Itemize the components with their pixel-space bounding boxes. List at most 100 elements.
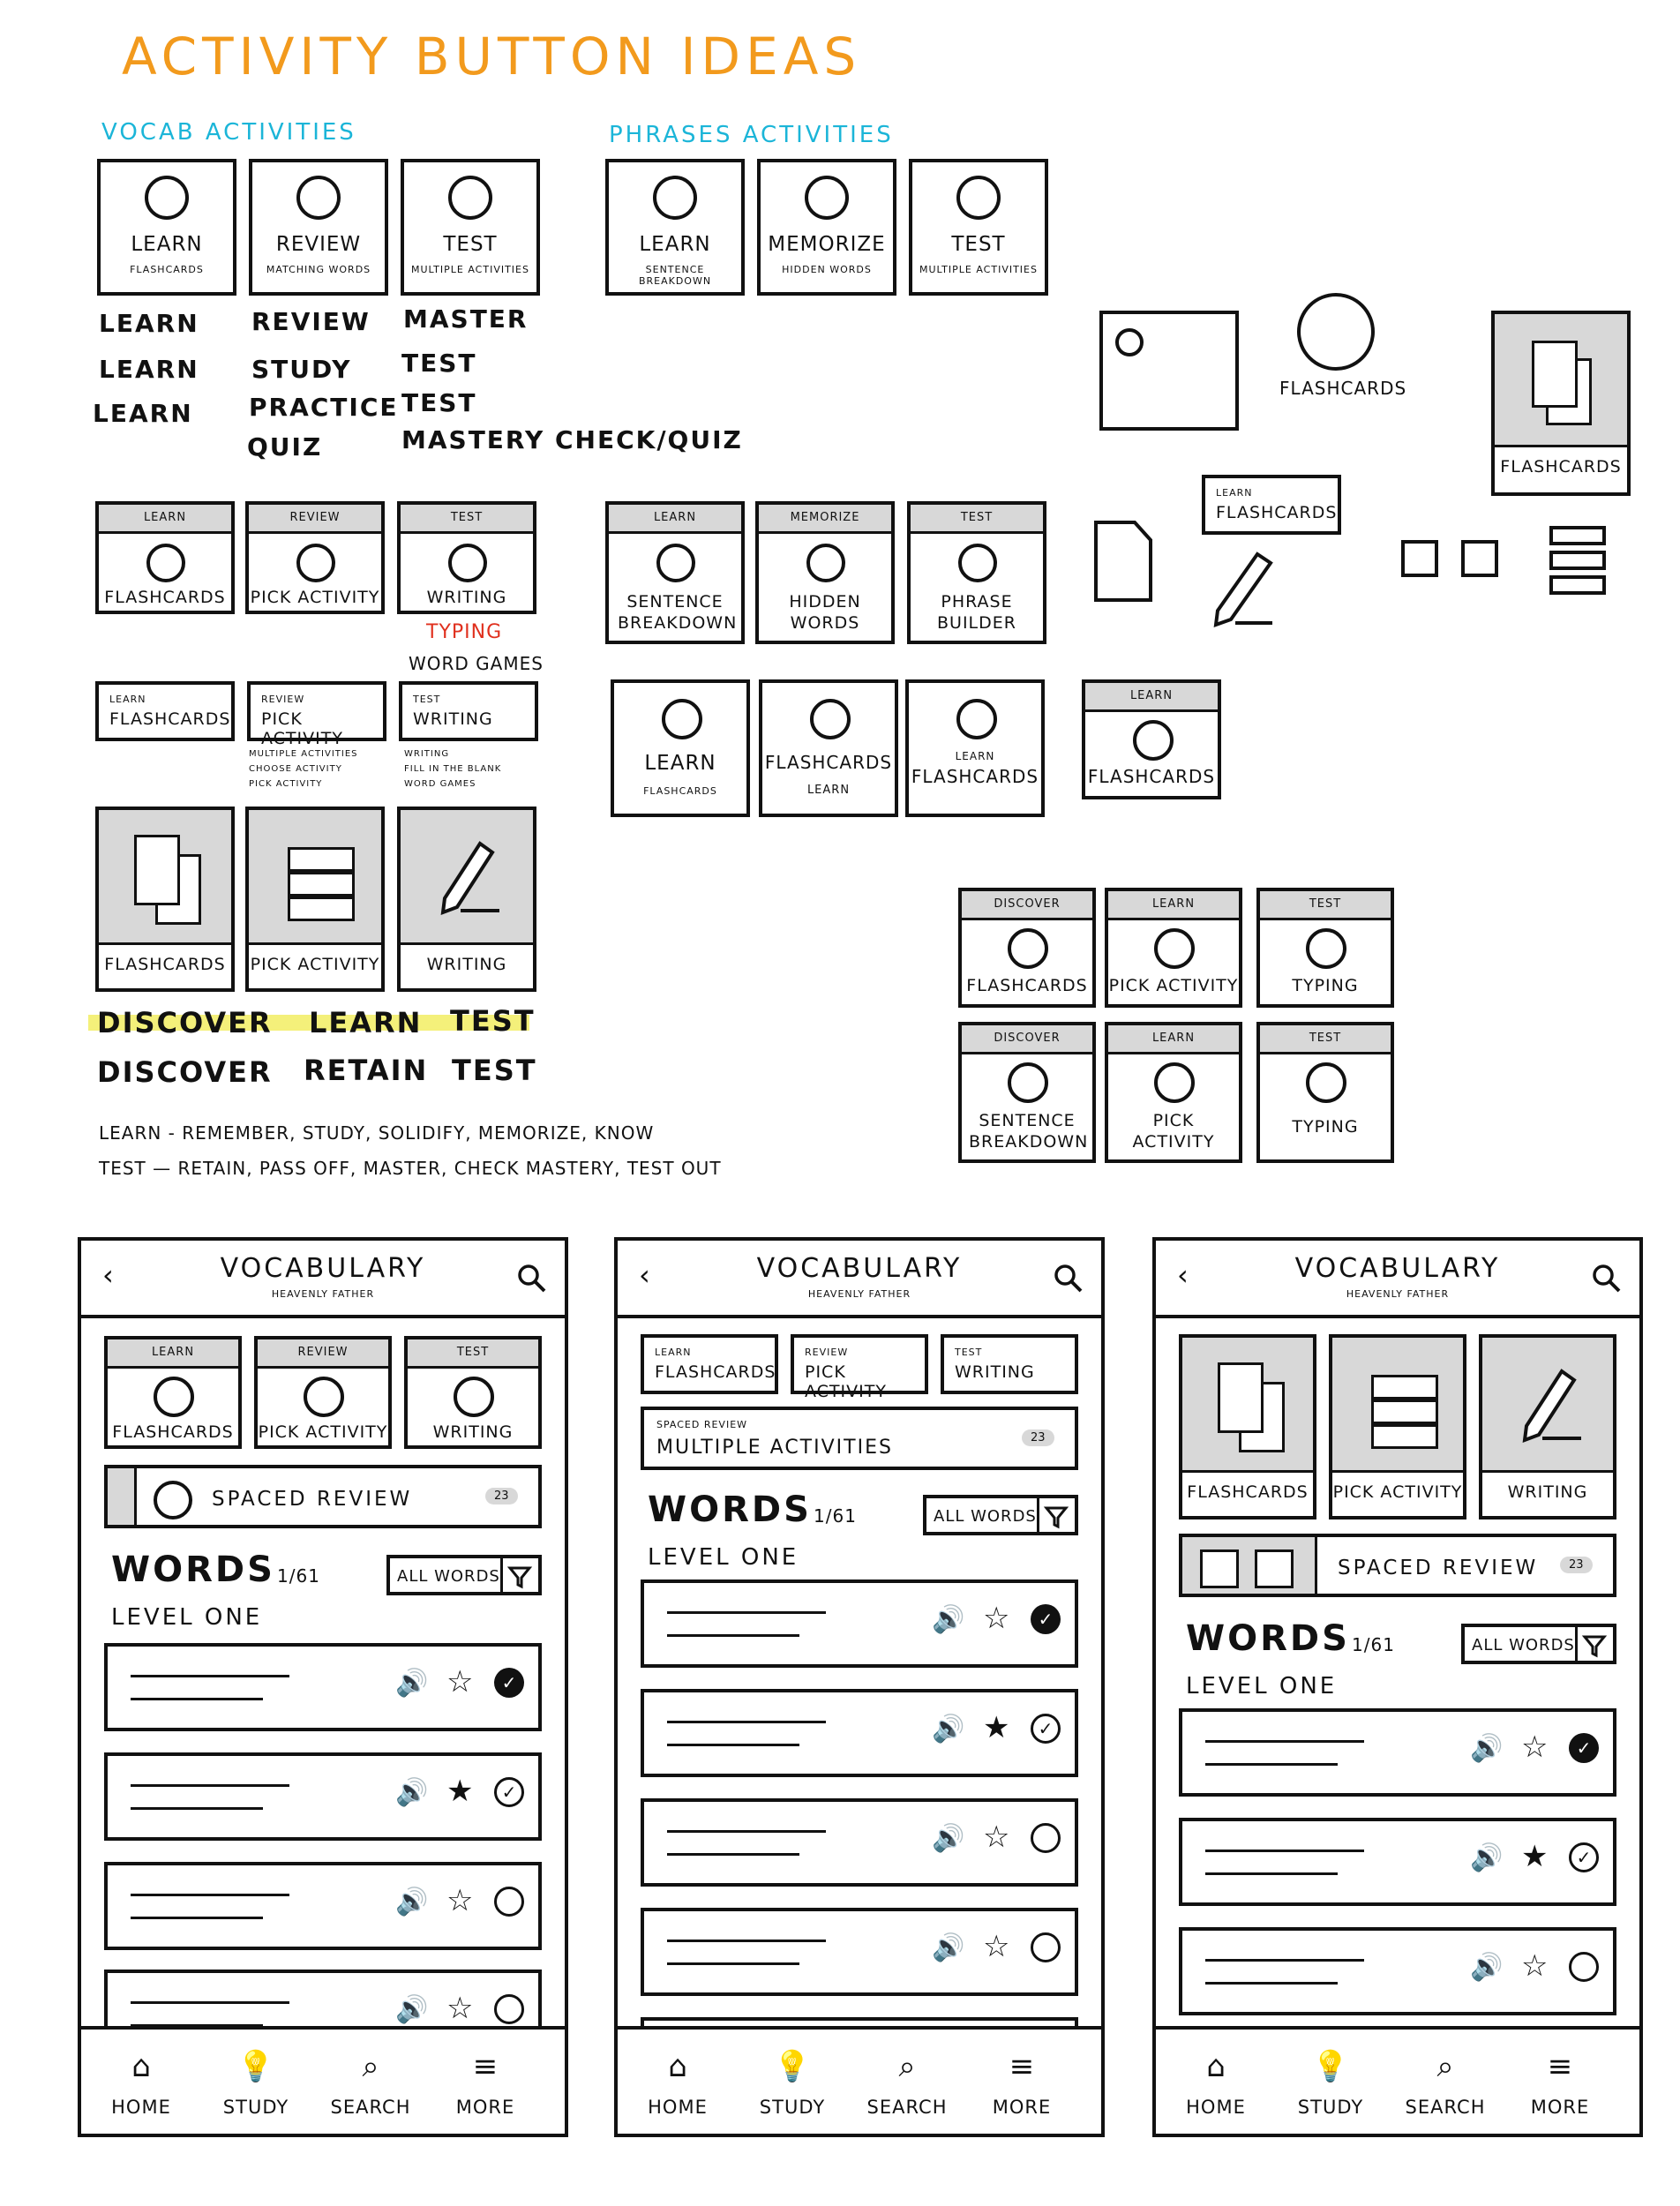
phrases-memorize-card[interactable]: Memorize Hidden Words — [757, 159, 896, 296]
learn-flashcards-card[interactable]: Learn Flashcards — [104, 1336, 242, 1449]
lightbulb-icon[interactable]: 💡 — [739, 2049, 845, 2084]
nav-study[interactable]: Study — [1278, 2097, 1384, 2118]
star-outline-icon[interactable]: ☆ — [983, 1601, 1009, 1636]
nav-search[interactable]: Search — [318, 2097, 424, 2118]
star-filled-icon[interactable]: ★ — [446, 1774, 473, 1809]
search-icon[interactable]: ⌕ — [854, 2049, 960, 2084]
empty-circle-icon[interactable] — [1569, 1952, 1599, 1982]
vocab-small-review-card[interactable]: Review Pick Activity — [247, 681, 386, 748]
phrases-learn-breakdown-card[interactable]: Learn Sentence Breakdown — [605, 501, 745, 644]
alt-header-learn-card[interactable]: Learn Flashcards — [1082, 679, 1221, 799]
icon-writing-card[interactable]: Writing — [1479, 1334, 1616, 1519]
filter-button[interactable]: All Words — [923, 1495, 1078, 1535]
review-pick-card[interactable]: Review Pick Activity — [254, 1336, 392, 1449]
speaker-icon[interactable]: 🔊 — [395, 1777, 428, 1808]
spaced-review-button[interactable]: Spaced Review Multiple Activities 23 — [641, 1407, 1078, 1470]
phrases-memorize-hidden-card[interactable]: Memorize Hidden Words — [755, 501, 895, 644]
phrases-learn-card[interactable]: Learn Sentence Breakdown — [605, 159, 745, 296]
menu-icon[interactable]: ≡ — [969, 2049, 1075, 2084]
nav-home[interactable]: Home — [88, 2097, 194, 2118]
search-icon[interactable]: ⌕ — [1392, 2049, 1498, 2084]
grid-test-typing-card[interactable]: Test Typing — [1256, 888, 1394, 1008]
search-icon[interactable]: ⌕ — [318, 2049, 424, 2084]
word-row[interactable]: 🔊 ★ ✓ — [1179, 1818, 1616, 1906]
star-filled-icon[interactable]: ★ — [983, 1710, 1009, 1745]
nav-study[interactable]: Study — [739, 2097, 845, 2118]
grid-discover-breakdown-card[interactable]: Discover Sentence Breakdown — [958, 1022, 1096, 1163]
alt-small-learn-card[interactable]: Learn Flashcards — [905, 679, 1045, 817]
vocab-learn-flashcards-card[interactable]: Learn Flashcards — [95, 501, 235, 614]
star-outline-icon[interactable]: ☆ — [446, 1664, 473, 1700]
nav-home[interactable]: Home — [625, 2097, 731, 2118]
icon-writing-card[interactable]: Writing — [397, 807, 536, 992]
icon-pick-activity-card[interactable]: Pick Activity — [245, 807, 385, 992]
alt-learn-card[interactable]: Learn Flashcards — [611, 679, 750, 817]
grid-learn-pick-card[interactable]: Learn Pick Activity — [1105, 888, 1242, 1008]
icon-pick-activity-card[interactable]: Pick Activity — [1329, 1334, 1466, 1519]
empty-circle-icon[interactable] — [494, 1887, 524, 1917]
filter-button[interactable]: All Words — [386, 1555, 542, 1595]
nav-more[interactable]: More — [969, 2097, 1075, 2118]
speaker-icon[interactable]: 🔊 — [932, 1714, 964, 1745]
nav-home[interactable]: Home — [1163, 2097, 1269, 2118]
check-outline-icon[interactable]: ✓ — [1031, 1714, 1061, 1744]
speaker-icon[interactable]: 🔊 — [395, 1668, 428, 1699]
vocab-test-card[interactable]: Test Multiple Activities — [401, 159, 540, 296]
test-writing-card[interactable]: Test Writing — [404, 1336, 542, 1449]
lightbulb-icon[interactable]: 💡 — [203, 2049, 309, 2084]
empty-circle-icon[interactable] — [494, 1994, 524, 2024]
menu-icon[interactable]: ≡ — [432, 2049, 538, 2084]
search-icon[interactable] — [517, 1264, 547, 1294]
check-filled-icon[interactable]: ✓ — [1569, 1733, 1599, 1763]
empty-circle-icon[interactable] — [1031, 1932, 1061, 1962]
spaced-review-button[interactable]: Spaced Review 23 — [1179, 1534, 1616, 1597]
gray-flashcards-card[interactable]: Flashcards — [1491, 311, 1631, 496]
spaced-review-button[interactable]: Spaced Review 23 — [104, 1465, 542, 1528]
grid-test-typing2-card[interactable]: Test Typing — [1256, 1022, 1394, 1163]
word-row[interactable]: 🔊 ☆ ✓ — [104, 1643, 542, 1731]
speaker-icon[interactable]: 🔊 — [932, 1932, 964, 1963]
test-writing-card[interactable]: Test Writing — [941, 1334, 1078, 1394]
home-icon[interactable]: ⌂ — [1163, 2049, 1269, 2084]
check-outline-icon[interactable]: ✓ — [494, 1777, 524, 1807]
nav-study[interactable]: Study — [203, 2097, 309, 2118]
word-row[interactable]: 🔊 ★ ✓ — [641, 1689, 1078, 1777]
alt-flashcards-card[interactable]: Flashcards Learn — [759, 679, 898, 817]
check-outline-icon[interactable]: ✓ — [1569, 1842, 1599, 1872]
word-row[interactable]: 🔊 ☆ — [1179, 1927, 1616, 2015]
star-outline-icon[interactable]: ☆ — [446, 1991, 473, 2026]
word-row[interactable]: 🔊 ☆ — [104, 1862, 542, 1950]
word-row[interactable]: 🔊 ☆ — [641, 1798, 1078, 1887]
star-outline-icon[interactable]: ☆ — [1521, 1730, 1548, 1765]
star-outline-icon[interactable]: ☆ — [983, 1929, 1009, 1964]
star-outline-icon[interactable]: ☆ — [983, 1820, 1009, 1855]
speaker-icon[interactable]: 🔊 — [395, 1994, 428, 2025]
phrases-test-card[interactable]: Test Multiple Activities — [909, 159, 1048, 296]
home-icon[interactable]: ⌂ — [625, 2049, 731, 2084]
lightbulb-icon[interactable]: 💡 — [1278, 2049, 1384, 2084]
speaker-icon[interactable]: 🔊 — [1470, 1952, 1503, 1983]
word-row[interactable]: 🔊 ☆ ✓ — [641, 1579, 1078, 1668]
vocab-small-test-card[interactable]: Test Writing — [399, 681, 538, 741]
search-icon[interactable] — [1592, 1264, 1622, 1294]
nav-more[interactable]: More — [1507, 2097, 1613, 2118]
grid-learn-pick2-card[interactable]: Learn Pick Activity — [1105, 1022, 1242, 1163]
vocab-review-pick-card[interactable]: Review Pick Activity — [245, 501, 385, 614]
nav-search[interactable]: Search — [1392, 2097, 1498, 2118]
vocab-small-learn-card[interactable]: Learn Flashcards — [95, 681, 235, 741]
vocab-learn-card[interactable]: Learn Flashcards — [97, 159, 236, 296]
word-row[interactable]: 🔊 ☆ ✓ — [1179, 1708, 1616, 1797]
speaker-icon[interactable]: 🔊 — [395, 1887, 428, 1917]
word-row[interactable]: 🔊 ★ ✓ — [104, 1752, 542, 1841]
speaker-icon[interactable]: 🔊 — [932, 1604, 964, 1635]
nav-search[interactable]: Search — [854, 2097, 960, 2118]
star-filled-icon[interactable]: ★ — [1521, 1839, 1548, 1874]
icon-flashcards-card[interactable]: Flashcards — [1179, 1334, 1316, 1519]
empty-circle-icon[interactable] — [1031, 1823, 1061, 1853]
nav-more[interactable]: More — [432, 2097, 538, 2118]
home-icon[interactable]: ⌂ — [88, 2049, 194, 2084]
check-filled-icon[interactable]: ✓ — [1031, 1604, 1061, 1634]
check-filled-icon[interactable]: ✓ — [494, 1668, 524, 1698]
star-outline-icon[interactable]: ☆ — [446, 1883, 473, 1918]
small-learn-flashcards-card[interactable]: Learn Flashcards — [1202, 475, 1341, 535]
